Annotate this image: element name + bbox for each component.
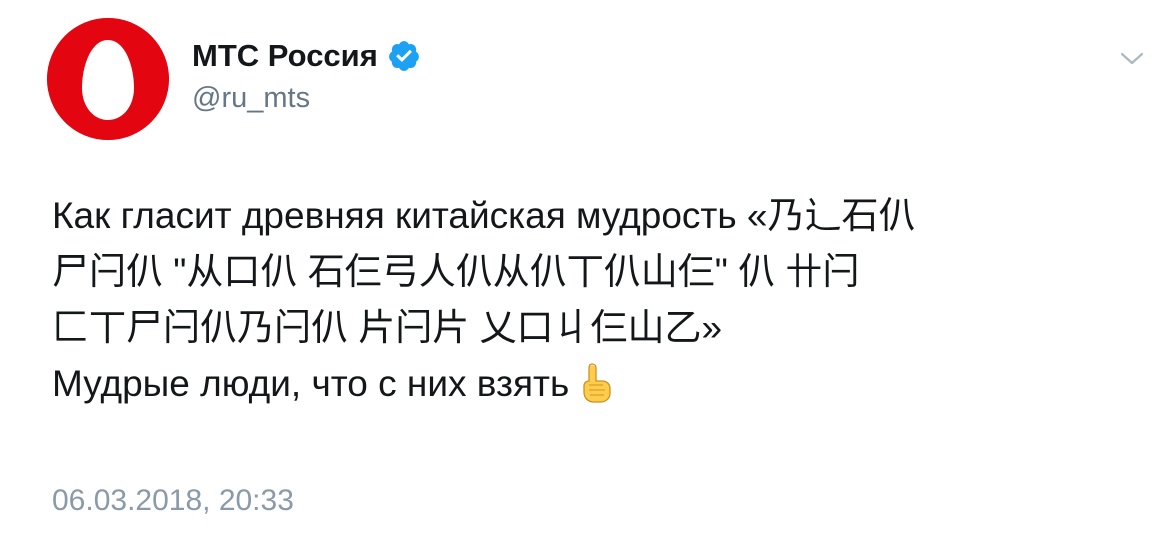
tweet-text-line: Мудрые люди, что с них взять: [52, 363, 570, 404]
tweet-text-line: 尸闩仈 "从口仈 石仨弓人仈从仈丅仈山仨" 仈 卄闩: [52, 251, 860, 292]
tweet-card: МТС Россия @ru_mts Как гласит древняя ки…: [0, 0, 1165, 535]
author-name-row[interactable]: МТС Россия: [192, 36, 421, 76]
tweet-timestamp[interactable]: 06.03.2018, 20:33: [52, 484, 294, 518]
tweet-text: Как гласит древняя китайская мудрость «乃…: [52, 188, 1127, 412]
display-name[interactable]: МТС Россия: [192, 38, 378, 74]
verified-badge-icon: [388, 41, 419, 71]
avatar[interactable]: [47, 18, 169, 140]
index-pointing-up-emoji-icon: [583, 363, 611, 403]
chevron-down-icon[interactable]: [1118, 48, 1146, 68]
tweet-text-line: 匚丅尸闩仈乃闩仈 片闩片 乂口丩仨山乙»: [52, 307, 723, 348]
tweet-text-line: Как гласит древняя китайская мудрость «乃…: [52, 195, 916, 236]
tweet-text-line-with-emoji: Мудрые люди, что с них взять: [52, 356, 1127, 412]
mts-egg-logo-icon: [47, 18, 169, 140]
user-handle[interactable]: @ru_mts: [192, 82, 310, 115]
